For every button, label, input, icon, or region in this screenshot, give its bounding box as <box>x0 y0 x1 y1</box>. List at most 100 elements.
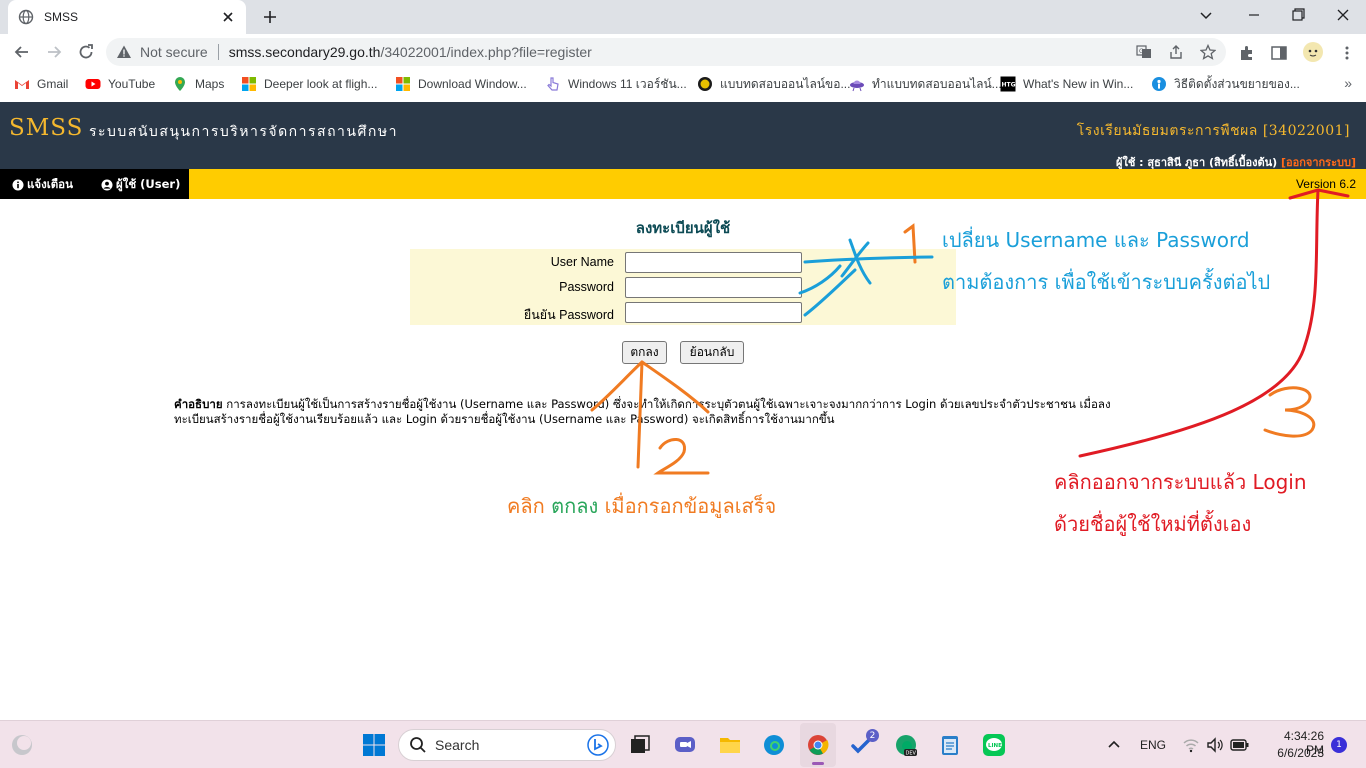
search-placeholder: Search <box>435 737 480 753</box>
bookmark-download-windows[interactable]: Download Window... <box>395 76 527 92</box>
windows-logo-icon <box>242 77 256 91</box>
close-tab-icon[interactable] <box>220 9 236 25</box>
tab-search-icon[interactable] <box>1196 6 1216 24</box>
annotation-number-3 <box>1263 386 1316 438</box>
description-text: คำอธิบาย การลงทะเบียนผู้ใช้เป็นการสร้างร… <box>174 397 1174 427</box>
bookmark-maps[interactable]: Maps <box>172 76 224 92</box>
youtube-icon <box>85 79 101 89</box>
edge-dev-icon[interactable]: DEV <box>894 733 918 757</box>
info-circle-icon <box>12 179 24 191</box>
address-separator <box>217 44 219 60</box>
taskbar-search[interactable]: Search <box>398 729 616 761</box>
browser-tab[interactable]: SMSS <box>8 0 246 34</box>
version-label: Version 6.2 <box>1295 177 1356 191</box>
translate-icon[interactable]: G <box>1136 44 1152 60</box>
extensions-icon[interactable] <box>1238 44 1256 62</box>
ufo-icon <box>850 80 864 92</box>
site-logo[interactable]: SMSS <box>9 115 83 141</box>
forward-icon[interactable] <box>44 42 64 62</box>
confirm-password-label: ยืนยัน Password <box>523 308 614 322</box>
bookmark-label: YouTube <box>108 77 156 91</box>
bookmark-install-extension[interactable]: วิธีติดตั้งส่วนขยายของ... <box>1151 76 1300 92</box>
address-bar[interactable]: Not secure smss.secondary29.go.th/340220… <box>106 38 1226 66</box>
password-row: Password <box>410 276 956 298</box>
system-name: ระบบสนับสนุนการบริหารจัดการสถานศึกษา <box>89 124 398 140</box>
show-hidden-icons-icon[interactable] <box>1106 737 1122 753</box>
bookmark-label: Deeper look at fligh... <box>264 77 378 91</box>
side-panel-icon[interactable] <box>1270 44 1288 62</box>
info-icon <box>1152 77 1166 91</box>
svg-text:HTG: HTG <box>1002 82 1016 89</box>
teams-chat-icon[interactable] <box>673 733 697 757</box>
bookmark-label: Maps <box>195 77 225 91</box>
start-button-icon[interactable] <box>362 733 386 757</box>
line-app-icon[interactable]: LINE <box>982 733 1006 757</box>
volume-icon[interactable] <box>1206 736 1224 754</box>
todo-badge: 2 <box>866 729 879 742</box>
bookmark-star-icon[interactable] <box>1200 44 1216 60</box>
menu-user[interactable]: ผู้ใช้ (User) <box>101 176 180 194</box>
profile-avatar-icon[interactable] <box>1302 41 1324 63</box>
minimize-icon[interactable] <box>1244 6 1264 24</box>
file-explorer-icon[interactable] <box>718 733 742 757</box>
pointer-icon <box>547 77 559 91</box>
annotation-step2-c: เมื่อกรอกข้อมูลเสร็จ <box>598 494 777 518</box>
username-label: User Name <box>550 255 614 269</box>
chrome-active-tile[interactable] <box>800 723 836 767</box>
new-tab-icon[interactable] <box>260 7 280 27</box>
svg-text:LINE: LINE <box>988 743 1002 749</box>
annotation-step2-b: ตกลง <box>551 494 599 518</box>
bing-icon <box>587 734 609 756</box>
bookmark-online-test-1[interactable]: แบบทดสอบออนไลน์ขอ... <box>697 76 850 92</box>
notepad-icon[interactable] <box>938 733 962 757</box>
bookmarks-bar: Gmail YouTube Maps Deeper look at fligh.… <box>0 70 1366 98</box>
password-input[interactable] <box>625 277 802 298</box>
chrome-icon <box>808 735 829 755</box>
edge-icon[interactable] <box>762 733 786 757</box>
weather-widget-icon[interactable] <box>10 733 34 757</box>
restore-icon[interactable] <box>1288 6 1308 24</box>
user-label: ผู้ใช้ : สุธาสินี ภูธา (สิทธิ์เบื้องต้น) <box>1116 156 1278 169</box>
annotation-step3-line2: ด้วยชื่อผู้ใช้ใหม่ที่ตั้งเอง <box>1054 512 1252 536</box>
annotation-step3-line1: คลิกออกจากระบบแล้ว Login <box>1054 470 1307 494</box>
bookmark-gmail[interactable]: Gmail <box>14 76 68 92</box>
bookmark-label: ทำแบบทดสอบออนไลน์... <box>872 76 1002 91</box>
annotation-step2-a: คลิก <box>507 494 552 518</box>
username-input[interactable] <box>625 252 802 273</box>
language-indicator[interactable]: ENG <box>1140 738 1166 752</box>
more-bookmarks-icon[interactable]: » <box>1344 75 1352 91</box>
bookmark-whats-new[interactable]: HTG What's New in Win... <box>1000 76 1133 92</box>
not-secure-warning-icon[interactable] <box>116 44 132 60</box>
badge-icon <box>698 77 712 91</box>
notification-badge[interactable]: 1 <box>1331 737 1347 753</box>
bookmark-windows-11[interactable]: Windows 11 เวอร์ชัน... <box>545 76 687 92</box>
task-view-icon[interactable] <box>628 733 652 757</box>
annotation-step1-line1: เปลี่ยน Username และ Password <box>942 228 1250 252</box>
bookmark-online-test-2[interactable]: ทำแบบทดสอบออนไลน์... <box>849 76 1002 92</box>
not-secure-label[interactable]: Not secure <box>140 44 208 60</box>
logout-link[interactable]: [ออกจากระบบ] <box>1281 156 1356 169</box>
bookmark-youtube[interactable]: YouTube <box>85 76 155 92</box>
submit-button[interactable]: ตกลง <box>622 341 667 364</box>
menu-user-label: ผู้ใช้ (User) <box>116 177 181 191</box>
share-icon[interactable] <box>1168 44 1184 60</box>
back-icon[interactable] <box>12 42 32 62</box>
bookmark-label: แบบทดสอบออนไลน์ขอ... <box>720 76 851 91</box>
bookmark-label: Windows 11 เวอร์ชัน... <box>568 76 687 91</box>
close-window-icon[interactable] <box>1333 6 1353 24</box>
menu-alert[interactable]: แจ้งเตือน <box>12 176 73 194</box>
reload-icon[interactable] <box>76 42 96 62</box>
back-button[interactable]: ย้อนกลับ <box>680 341 744 364</box>
annotation-number-2 <box>653 438 710 475</box>
wifi-icon[interactable] <box>1182 736 1200 754</box>
clock-date[interactable]: 6/6/2023 <box>1264 746 1324 760</box>
confirm-password-input[interactable] <box>625 302 802 323</box>
menu-left-section: แจ้งเตือน ผู้ใช้ (User) <box>0 169 189 199</box>
bookmark-deeper-look[interactable]: Deeper look at fligh... <box>241 76 377 92</box>
battery-icon[interactable] <box>1230 737 1250 753</box>
password-label: Password <box>559 280 614 294</box>
globe-icon <box>18 9 34 25</box>
bookmark-label: Download Window... <box>418 77 527 91</box>
description-line2: ทะเบียนสร้างรายชื่อผู้ใช้งานเรียบร้อยแล้… <box>174 412 835 426</box>
browser-menu-icon[interactable] <box>1338 44 1356 62</box>
